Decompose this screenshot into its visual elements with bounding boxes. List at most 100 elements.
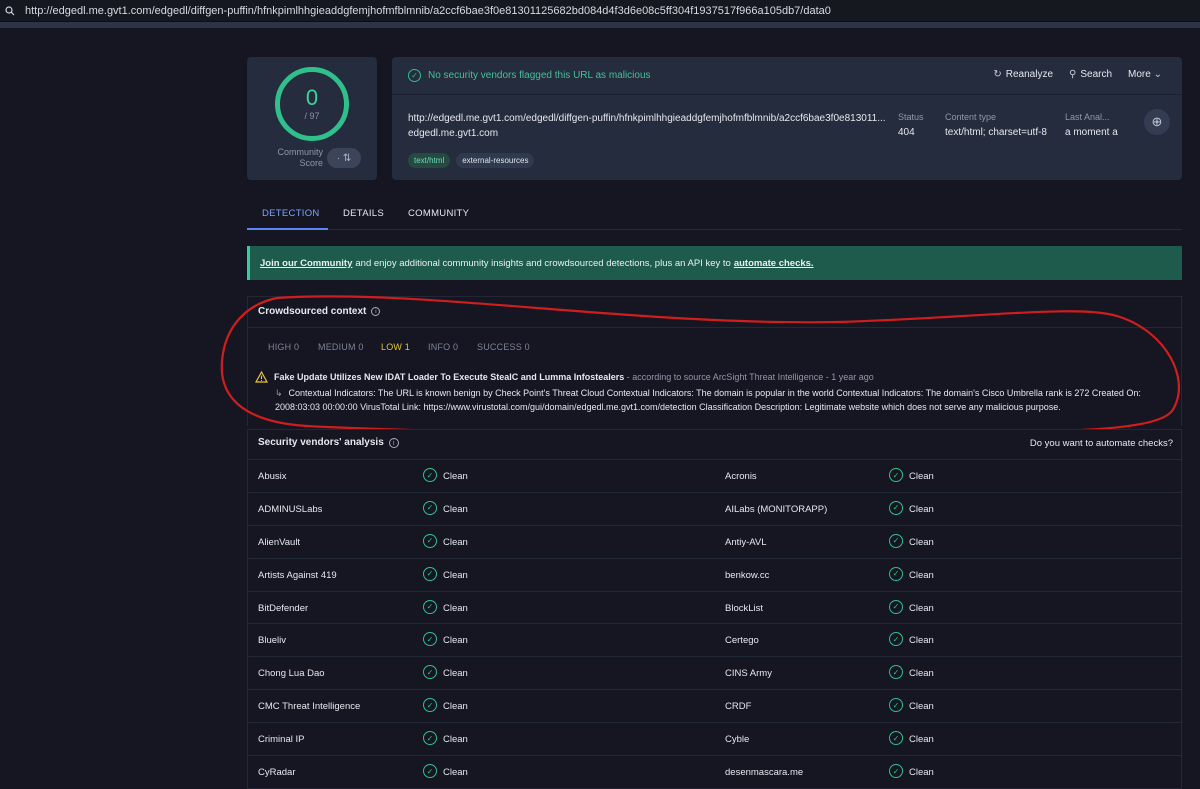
vendor-result: Clean [443,668,468,680]
severity-tab-high[interactable]: HIGH 0 [268,342,299,352]
vendor-result: Clean [909,471,934,482]
table-row: Blueliv ✓ Clean Certego ✓ Clean [248,623,1181,656]
community-vote-toggle[interactable]: · ⇅ [327,148,361,168]
action-bar: ↻ Reanalyze ⚲ Search More ⌄ [993,69,1166,80]
vendor-result: Clean [909,767,934,779]
vendor-result: Clean [443,569,468,581]
address-bar[interactable]: http://edgedl.me.gvt1.com/edgedl/diffgen… [0,0,1200,22]
join-community-link[interactable]: Join our Community [260,258,352,269]
status-meta: Status 404 [898,112,924,138]
alert-description: ↳ Contextual Indicators: The URL is known… [275,388,1141,412]
vendor-result: Clean [909,536,934,548]
check-circle-icon: ✓ [889,698,903,713]
check-circle-icon: ✓ [408,69,421,82]
tab-details[interactable]: DETAILS [343,208,384,219]
tag-external-resources[interactable]: external-resources [456,153,535,168]
check-circle-icon: ✓ [889,468,903,482]
severity-tab-success[interactable]: SUCCESS 0 [477,342,530,352]
vendor-name: CINS Army [725,668,772,680]
crowdsourced-context-panel: Crowdsourced context i HIGH 0 MEDIUM 0 LO… [247,296,1182,426]
score-total: / 97 [304,111,320,121]
severity-tab-info[interactable]: INFO 0 [428,342,458,352]
vendor-result: Clean [909,701,934,713]
crowdsourced-body: HIGH 0 MEDIUM 0 LOW 1 INFO 0 SUCCESS 0 F… [248,327,1181,426]
url-info-card: ✓ No security vendors flagged this URL a… [392,57,1182,180]
check-circle-icon: ✓ [889,533,903,548]
automate-checks-link[interactable]: automate checks. [734,258,814,269]
table-row: Criminal IP ✓ Clean Cyble ✓ Clean [248,722,1181,755]
check-circle-icon: ✓ [889,500,903,515]
check-circle-icon: ✓ [423,632,437,647]
vendor-result: Clean [443,503,468,515]
check-circle-icon: ✓ [889,764,903,779]
last-analysis-label: Last Anal... [1065,112,1110,122]
vendor-name: benkow.cc [725,569,770,581]
check-circle-icon: ✓ [423,500,437,515]
search-icon: ⚲ [1069,69,1077,80]
vendor-name: desenmascara.me [725,767,804,779]
tag-content-type[interactable]: text/html [408,153,451,168]
community-score-label: Community Score [277,147,323,168]
browser-subbar [0,22,1200,28]
more-button[interactable]: More ⌄ [1128,69,1166,80]
search-button[interactable]: ⚲ Search [1069,69,1112,80]
info-icon[interactable]: i [388,438,399,448]
vendor-result: Clean [443,767,468,779]
table-row: CyRadar ✓ Clean desenmascara.me ✓ Clean [248,755,1181,788]
vendors-title: Security vendors' analysis i [258,437,399,448]
analyzed-domain[interactable]: edgedl.me.gvt1.com [408,128,498,139]
table-row: ADMINUSLabs ✓ Clean AILabs (MONITORAPP) … [248,491,1181,525]
alert-title: Fake Update Utilizes New IDAT Loader To … [274,372,874,382]
globe-icon[interactable]: ⊕ [1144,109,1170,135]
vendor-name: AILabs (MONITORAPP) [725,503,828,515]
tag-list: text/html external-resources [408,153,535,168]
severity-tab-medium[interactable]: MEDIUM 0 [318,342,364,352]
table-row: Artists Against 419 ✓ Clean benkow.cc ✓ … [248,557,1181,591]
vendor-name: Chong Lua Dao [258,668,325,680]
chevron-down-icon: ⌄ [1153,69,1162,80]
check-circle-icon: ✓ [423,566,437,581]
vendor-name: Artists Against 419 [258,569,337,581]
vendor-result: Clean [443,701,468,713]
vendor-name: AlienVault [258,536,301,548]
vendor-name: ADMINUSLabs [258,503,323,515]
alert-source: - according to source ArcSight Threat In… [624,372,874,382]
info-icon[interactable]: i [371,307,381,316]
vendor-result: Clean [909,734,934,746]
vendor-name: BlockList [725,602,764,614]
table-row: BitDefender ✓ Clean BlockList ✓ Clean [248,590,1181,624]
content-type-meta: Content type text/html; charset=utf-8 [945,112,1047,138]
severity-tab-low[interactable]: LOW 1 [381,342,410,352]
vendor-result: Clean [909,569,934,581]
detection-score-card: 0 / 97 Community Score · ⇅ [247,57,377,180]
reanalyze-button[interactable]: ↻ Reanalyze [993,69,1053,80]
security-vendors-panel: Security vendors' analysis i Do you want … [247,429,1182,789]
refresh-icon: ↻ [993,69,1002,80]
table-row: Chong Lua Dao ✓ Clean CINS Army ✓ Clean [248,656,1181,689]
check-circle-icon: ✓ [889,566,903,581]
table-row: Abusix ✓ Clean Acronis ✓ Clean [248,459,1181,492]
tab-community[interactable]: COMMUNITY [408,208,469,219]
table-row: CMC Threat Intelligence ✓ Clean CRDF ✓ C… [248,689,1181,722]
vendor-result: Clean [443,536,468,548]
vendor-result: Clean [443,471,468,482]
check-circle-icon: ✓ [889,665,903,680]
check-circle-icon: ✓ [423,533,437,548]
status-value: 404 [898,127,915,138]
vendor-result: Clean [909,503,934,515]
check-circle-icon: ✓ [423,698,437,713]
analyzed-url[interactable]: http://edgedl.me.gvt1.com/edgedl/diffgen… [408,113,888,124]
status-message: No security vendors flagged this URL as … [428,70,651,81]
check-circle-icon: ✓ [423,764,437,779]
vote-icon: · ⇅ [336,152,352,164]
vendor-name: CMC Threat Intelligence [258,701,361,713]
last-analysis-meta: Last Anal... a moment a [1065,112,1118,138]
vendor-table: Abusix ✓ Clean Acronis ✓ Clean ADMINUSLa… [248,459,1181,788]
check-circle-icon: ✓ [423,599,437,614]
vendor-name: Certego [725,635,759,647]
address-url: http://edgedl.me.gvt1.com/edgedl/diffgen… [25,4,831,17]
tab-detection[interactable]: DETECTION [262,208,320,219]
tab-bar: DETECTION DETAILS COMMUNITY [247,200,1182,230]
automate-checks-prompt[interactable]: Do you want to automate checks? [1030,438,1173,449]
search-icon [5,5,15,15]
